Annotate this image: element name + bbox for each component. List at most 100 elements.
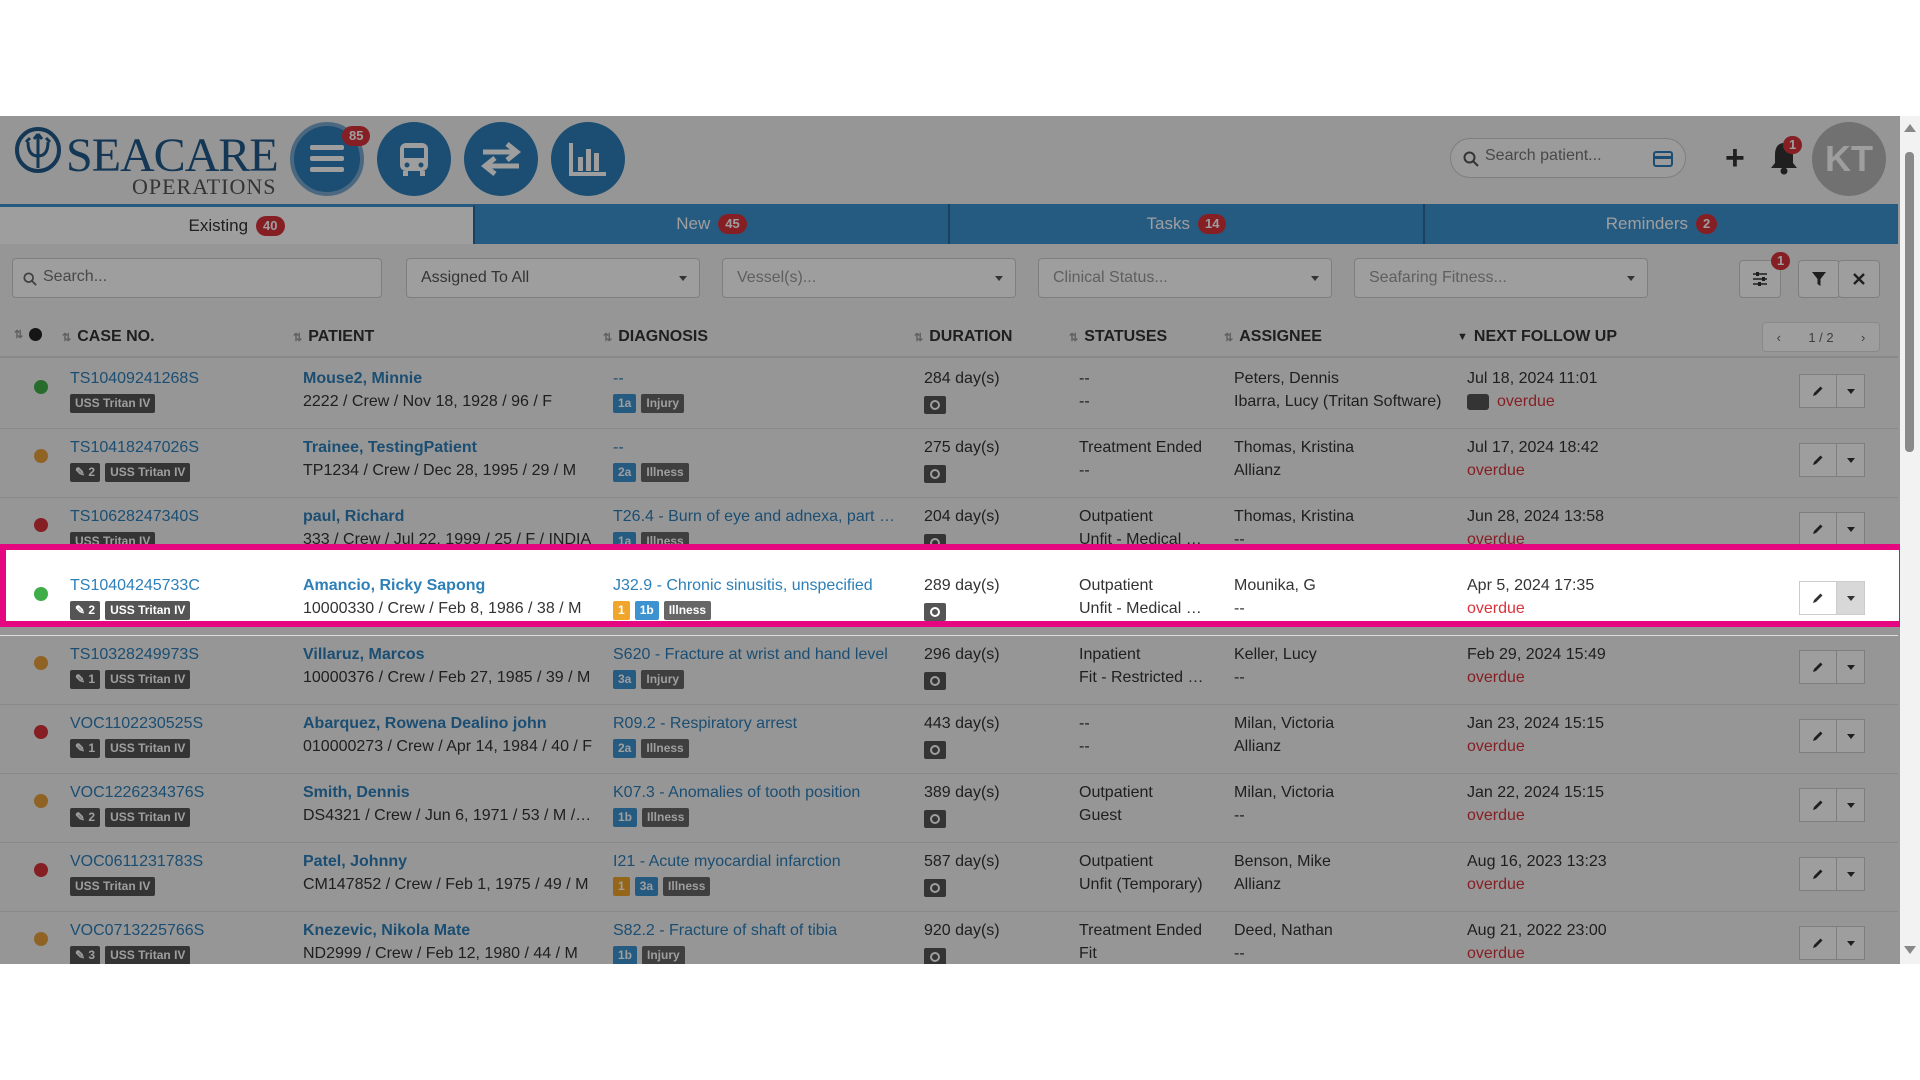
clock-icon[interactable] bbox=[924, 879, 946, 897]
clock-icon[interactable] bbox=[924, 948, 946, 964]
diagnosis-tags: 3a Injury bbox=[613, 670, 685, 689]
diagnosis-link[interactable]: I21 - Acute myocardial infarction bbox=[613, 853, 895, 871]
case-number-link[interactable]: TS10409241268S bbox=[70, 370, 199, 388]
tab-tasks[interactable]: Tasks 14 bbox=[950, 204, 1425, 244]
scrollbar-thumb[interactable] bbox=[1905, 152, 1914, 452]
seafaring-fitness-filter[interactable]: Seafaring Fitness... bbox=[1354, 258, 1648, 298]
table-row[interactable]: TS10409241268S USS Tritan IV Mouse2, Minni… bbox=[0, 360, 1898, 429]
reports-button[interactable] bbox=[551, 122, 625, 196]
patient-name-link[interactable]: Mouse2, Minnie bbox=[303, 370, 422, 388]
clock-icon[interactable] bbox=[924, 741, 946, 759]
table-row[interactable]: VOC1102230525S ✎ 1 USS Tritan IV Abarquez, … bbox=[0, 705, 1898, 774]
column-label: ASSIGNEE bbox=[1239, 328, 1322, 345]
id-card-icon[interactable] bbox=[1653, 151, 1673, 167]
table-row[interactable]: VOC1226234376S ✎ 2 USS Tritan IV Smith, Den… bbox=[0, 774, 1898, 843]
diagnosis-link[interactable]: -- bbox=[613, 439, 895, 457]
case-tags: USS Tritan IV bbox=[70, 394, 156, 413]
attachment-count-badge: ✎ 3 bbox=[70, 946, 101, 964]
row-dropdown-button[interactable] bbox=[1837, 857, 1865, 891]
column-duration[interactable]: ⇅ DURATION bbox=[914, 328, 1012, 346]
status-dot-orange bbox=[34, 656, 48, 670]
clock-icon[interactable] bbox=[924, 465, 946, 483]
user-avatar[interactable]: KT bbox=[1812, 122, 1886, 196]
column-diagnosis[interactable]: ⇅ DIAGNOSIS bbox=[603, 328, 708, 346]
case-search[interactable] bbox=[12, 258, 382, 298]
transport-button[interactable] bbox=[377, 122, 451, 196]
diagnosis-link[interactable]: R09.2 - Respiratory arrest bbox=[613, 715, 895, 733]
edit-button[interactable] bbox=[1799, 374, 1837, 408]
prev-page-icon[interactable]: ‹ bbox=[1777, 330, 1781, 345]
case-number-link[interactable]: TS10628247340S bbox=[70, 508, 199, 526]
column-case-no[interactable]: ⇅ CASE NO. bbox=[62, 328, 155, 346]
case-number-link[interactable]: TS10328249973S bbox=[70, 646, 199, 664]
diagnosis-link[interactable]: T26.4 - Burn of eye and adnexa, part uns… bbox=[613, 508, 895, 526]
patient-search-input[interactable] bbox=[1485, 147, 1645, 165]
trident-logo-icon bbox=[15, 127, 61, 173]
assigned-filter[interactable]: Assigned To All bbox=[406, 258, 700, 298]
tab-reminders[interactable]: Reminders 2 bbox=[1425, 204, 1898, 244]
row-dropdown-button[interactable] bbox=[1837, 443, 1865, 477]
tab-existing[interactable]: Existing 40 bbox=[0, 204, 475, 244]
case-number-link[interactable]: VOC1102230525S bbox=[70, 715, 203, 733]
edit-button[interactable] bbox=[1799, 719, 1837, 753]
scroll-up-icon[interactable] bbox=[1904, 124, 1916, 132]
clock-face bbox=[930, 400, 940, 410]
column-patient[interactable]: ⇅ PATIENT bbox=[293, 328, 374, 346]
patient-name-link[interactable]: Villaruz, Marcos bbox=[303, 646, 425, 664]
case-search-input[interactable] bbox=[43, 268, 363, 286]
vessel-filter[interactable]: Vessel(s)... bbox=[722, 258, 1016, 298]
table-row[interactable]: TS10418247026S ✎ 2 USS Tritan IV Trainee, T… bbox=[0, 429, 1898, 498]
column-assignee[interactable]: ⇅ ASSIGNEE bbox=[1224, 328, 1322, 346]
clock-icon[interactable] bbox=[924, 396, 946, 414]
patient-name-link[interactable]: paul, Richard bbox=[303, 508, 404, 526]
table-row[interactable]: VOC0611231783S USS Tritan IV Patel, Johnny… bbox=[0, 843, 1898, 912]
patient-name-link[interactable]: Knezevic, Nikola Mate bbox=[303, 922, 470, 940]
clinical-status-filter[interactable]: Clinical Status... bbox=[1038, 258, 1332, 298]
patient-name-link[interactable]: Patel, Johnny bbox=[303, 853, 407, 871]
assignee-secondary: Allianz bbox=[1234, 876, 1282, 893]
diagnosis-link[interactable]: S82.2 - Fracture of shaft of tibia bbox=[613, 922, 895, 940]
scroll-down-icon[interactable] bbox=[1904, 946, 1916, 954]
edit-button[interactable] bbox=[1799, 512, 1837, 546]
patient-name-link[interactable]: Trainee, TestingPatient bbox=[303, 439, 477, 457]
row-dropdown-button[interactable] bbox=[1837, 512, 1865, 546]
case-number-link[interactable]: TS10418247026S bbox=[70, 439, 199, 457]
patient-name-link[interactable]: Abarquez, Rowena Dealino john bbox=[303, 715, 547, 733]
add-case-button[interactable]: + bbox=[1725, 138, 1745, 178]
case-number-link[interactable]: VOC1226234376S bbox=[70, 784, 204, 802]
row-dropdown-button[interactable] bbox=[1837, 374, 1865, 408]
clinical-status: Outpatient bbox=[1079, 508, 1153, 525]
overdue-label: overdue bbox=[1497, 393, 1555, 410]
row-dropdown-button[interactable] bbox=[1837, 788, 1865, 822]
clear-filter-button[interactable] bbox=[1838, 260, 1880, 298]
clock-icon[interactable] bbox=[924, 810, 946, 828]
patient-search[interactable] bbox=[1450, 138, 1686, 178]
transfer-button[interactable] bbox=[464, 122, 538, 196]
comment-icon[interactable] bbox=[1467, 394, 1489, 410]
case-number-link[interactable]: VOC0713225766S bbox=[70, 922, 204, 940]
diagnosis-link[interactable]: -- bbox=[613, 370, 895, 388]
edit-button[interactable] bbox=[1799, 443, 1837, 477]
edit-button[interactable] bbox=[1799, 650, 1837, 684]
row-dropdown-button[interactable] bbox=[1837, 719, 1865, 753]
row-dropdown-button[interactable] bbox=[1837, 650, 1865, 684]
edit-button[interactable] bbox=[1799, 857, 1837, 891]
row-dropdown-button[interactable] bbox=[1837, 926, 1865, 960]
diagnosis-link[interactable]: K07.3 - Anomalies of tooth position bbox=[613, 784, 895, 802]
patient-name-link[interactable]: Smith, Dennis bbox=[303, 784, 410, 802]
column-statuses[interactable]: ⇅ STATUSES bbox=[1069, 328, 1167, 346]
diagnosis-link[interactable]: S620 - Fracture at wrist and hand level bbox=[613, 646, 895, 664]
edit-button[interactable] bbox=[1799, 926, 1837, 960]
seacare-logo[interactable]: SEACARE OPERATIONS bbox=[14, 124, 279, 199]
apply-filter-button[interactable] bbox=[1798, 260, 1840, 298]
table-row[interactable]: VOC0713225766S ✎ 3 USS Tritan IV Knezevic, … bbox=[0, 912, 1898, 964]
edit-button[interactable] bbox=[1799, 788, 1837, 822]
column-next-follow-up[interactable]: ▼ NEXT FOLLOW UP bbox=[1457, 328, 1617, 346]
scrollbar[interactable] bbox=[1900, 116, 1920, 964]
status-column-header[interactable]: ⇅ bbox=[14, 328, 43, 341]
table-row[interactable]: TS10328249973S ✎ 1 USS Tritan IV Villaruz, … bbox=[0, 636, 1898, 705]
clock-icon[interactable] bbox=[924, 672, 946, 690]
next-page-icon[interactable]: › bbox=[1861, 330, 1865, 345]
tab-new[interactable]: New 45 bbox=[475, 204, 950, 244]
case-number-link[interactable]: VOC0611231783S bbox=[70, 853, 203, 871]
